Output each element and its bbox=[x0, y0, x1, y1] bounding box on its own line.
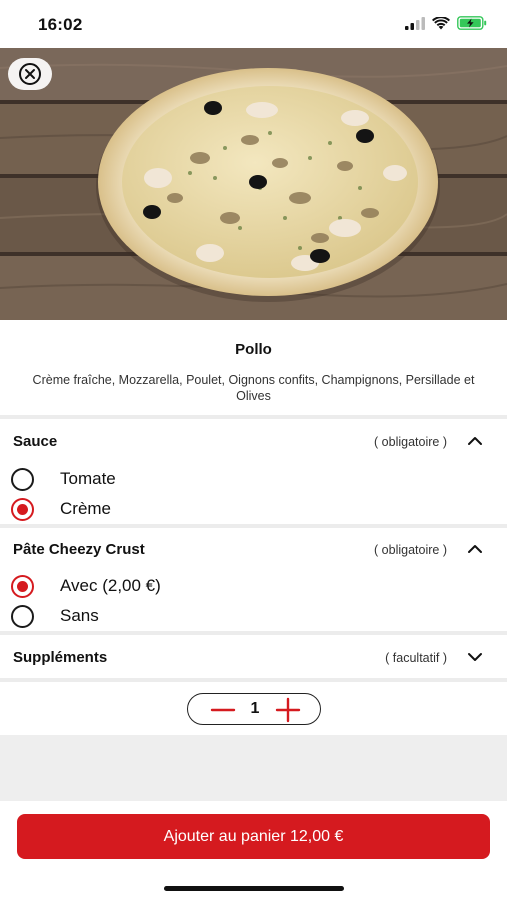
pizza-photo bbox=[0, 48, 507, 320]
option-label: Sans bbox=[60, 606, 99, 625]
section-header-sauce[interactable]: Sauce ( obligatoire ) bbox=[0, 421, 507, 461]
option-label: Avec (2,00 €) bbox=[60, 576, 161, 595]
cellular-signal-icon bbox=[405, 16, 425, 30]
status-icons bbox=[405, 16, 487, 30]
minus-icon[interactable] bbox=[210, 696, 236, 724]
home-indicator[interactable] bbox=[164, 886, 344, 891]
battery-charging-icon bbox=[457, 16, 487, 30]
wifi-icon bbox=[432, 16, 450, 29]
chevron-up-icon[interactable] bbox=[467, 434, 483, 448]
section-requirement: ( obligatoire ) bbox=[374, 435, 447, 449]
section-divider bbox=[0, 415, 507, 419]
section-title: Suppléments bbox=[13, 649, 108, 666]
status-bar: 16:02 bbox=[0, 0, 507, 48]
option-sans[interactable]: Sans bbox=[0, 601, 507, 631]
option-tomate[interactable]: Tomate bbox=[0, 464, 507, 494]
product-description: Crème fraîche, Mozzarella, Poulet, Oigno… bbox=[32, 373, 475, 403]
product-title: Pollo bbox=[235, 341, 272, 358]
close-button[interactable] bbox=[8, 58, 52, 90]
option-label: Tomate bbox=[60, 469, 116, 488]
section-requirement: ( facultatif ) bbox=[385, 651, 447, 665]
chevron-up-icon[interactable] bbox=[467, 542, 483, 556]
section-title: Pâte Cheezy Crust bbox=[13, 541, 145, 558]
section-header-pate[interactable]: Pâte Cheezy Crust ( obligatoire ) bbox=[0, 529, 507, 569]
section-divider bbox=[0, 678, 507, 682]
option-creme[interactable]: Crème bbox=[0, 494, 507, 524]
radio-button[interactable] bbox=[11, 468, 34, 491]
section-requirement: ( obligatoire ) bbox=[374, 543, 447, 557]
section-title: Sauce bbox=[13, 433, 58, 450]
chevron-down-icon[interactable] bbox=[467, 650, 483, 664]
option-label: Crème bbox=[60, 499, 112, 518]
add-to-cart-button[interactable]: Ajouter au panier 12,00 € bbox=[17, 814, 490, 859]
quantity-stepper: 1 bbox=[187, 693, 321, 725]
status-time: 16:02 bbox=[38, 15, 83, 34]
option-avec[interactable]: Avec (2,00 €) bbox=[0, 571, 507, 601]
pizza-illustration bbox=[0, 48, 507, 320]
plus-icon[interactable] bbox=[275, 696, 301, 724]
quantity-value: 1 bbox=[250, 700, 260, 717]
section-divider bbox=[0, 524, 507, 528]
radio-button-selected[interactable] bbox=[11, 498, 34, 521]
radio-button-selected[interactable] bbox=[11, 575, 34, 598]
footer-spacer bbox=[0, 735, 507, 801]
section-header-supplements[interactable]: Suppléments ( facultatif ) bbox=[0, 637, 507, 677]
section-divider bbox=[0, 631, 507, 635]
radio-button[interactable] bbox=[11, 605, 34, 628]
close-circle-icon bbox=[19, 63, 41, 85]
